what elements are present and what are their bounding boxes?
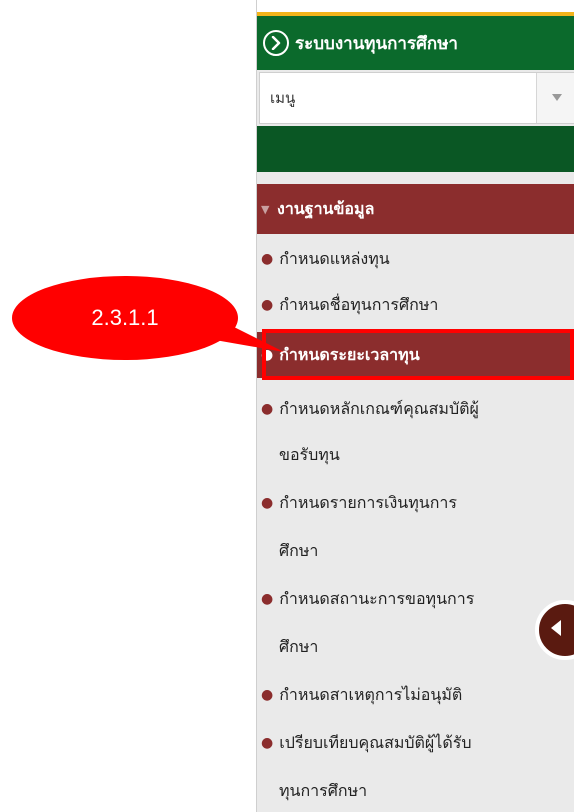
annotation-label: 2.3.1.1 — [91, 305, 159, 330]
bullet-icon: ● — [261, 687, 274, 703]
menu-item-fund-items-cont[interactable]: ศึกษา — [257, 528, 574, 574]
menu-item-label: กำหนดสถานะการขอทุนการ — [279, 588, 475, 608]
menu-item-label: กำหนดหลักเกณฑ์คุณสมบัติผู้ — [279, 398, 479, 418]
bullet-icon: ● — [261, 735, 274, 751]
app-header[interactable]: ระบบงานทุนการศึกษา — [257, 16, 574, 70]
menu-item-funding-source[interactable]: ● กำหนดแหล่งทุน — [257, 236, 574, 282]
bullet-icon: ● — [261, 401, 274, 417]
menu-item-label: กำหนดแหล่งทุน — [279, 248, 390, 268]
menu-item-label: เปรียบเทียบคุณสมบัติผู้ได้รับ — [279, 732, 472, 752]
menu-item-request-status-cont[interactable]: ศึกษา — [257, 624, 574, 670]
menu-item-scholarship-duration[interactable]: ● กำหนดระยะเวลาทุน — [257, 332, 574, 378]
dropdown-arrow-icon[interactable] — [536, 73, 574, 123]
menu-item-label-cont: ศึกษา — [279, 636, 319, 656]
menu-item-eligibility-criteria-cont[interactable]: ขอรับทุน — [257, 432, 574, 478]
menu-item-label-cont: ขอรับทุน — [279, 444, 340, 464]
menu-select-value: เมนู — [270, 89, 296, 107]
menu-item-label: กำหนดรายการเงินทุนการ — [279, 492, 457, 512]
menu-item-label: กำหนดชื่อทุนการศึกษา — [279, 294, 439, 314]
menu-item-fund-items[interactable]: ● กำหนดรายการเงินทุนการ — [257, 480, 574, 526]
menu-item-compare-qualifications[interactable]: ● เปรียบเทียบคุณสมบัติผู้ได้รับ — [257, 720, 574, 766]
menu-item-label-cont: ทุนการศึกษา — [279, 780, 368, 800]
menu-item-eligibility-criteria[interactable]: ● กำหนดหลักเกณฑ์คุณสมบัติผู้ — [257, 386, 574, 432]
collapse-triangle-icon: ▼ — [261, 202, 270, 216]
chevron-right-circle-icon[interactable] — [263, 30, 289, 56]
bullet-icon: ● — [261, 251, 274, 267]
menu-item-label: กำหนดสาเหตุการไม่อนุมัติ — [279, 684, 463, 704]
menu-item-label: กำหนดระยะเวลาทุน — [279, 344, 420, 364]
menu-select[interactable]: เมนู — [259, 72, 574, 124]
app-title: ระบบงานทุนการศึกษา — [295, 33, 458, 54]
bullet-icon: ● — [261, 591, 274, 607]
sidebar-panel: ระบบงานทุนการศึกษา เมนู ▼ งานฐานข้อมูล ●… — [256, 0, 574, 812]
menu-item-label-cont: ศึกษา — [279, 540, 319, 560]
menu-item-compare-qualifications-cont[interactable]: ทุนการศึกษา — [257, 768, 574, 812]
section-database-header[interactable]: ▼ งานฐานข้อมูล — [257, 184, 574, 234]
bullet-icon: ● — [261, 495, 274, 511]
menu-item-request-status[interactable]: ● กำหนดสถานะการขอทุนการ — [257, 576, 574, 622]
menu-item-scholarship-name[interactable]: ● กำหนดชื่อทุนการศึกษา — [257, 282, 574, 328]
chevron-left-icon — [549, 619, 563, 641]
top-accent-strip — [257, 0, 574, 16]
section-title: งานฐานข้อมูล — [277, 198, 375, 218]
menu-item-rejection-reason[interactable]: ● กำหนดสาเหตุการไม่อนุมัติ — [257, 672, 574, 718]
green-divider-bar — [257, 126, 574, 172]
